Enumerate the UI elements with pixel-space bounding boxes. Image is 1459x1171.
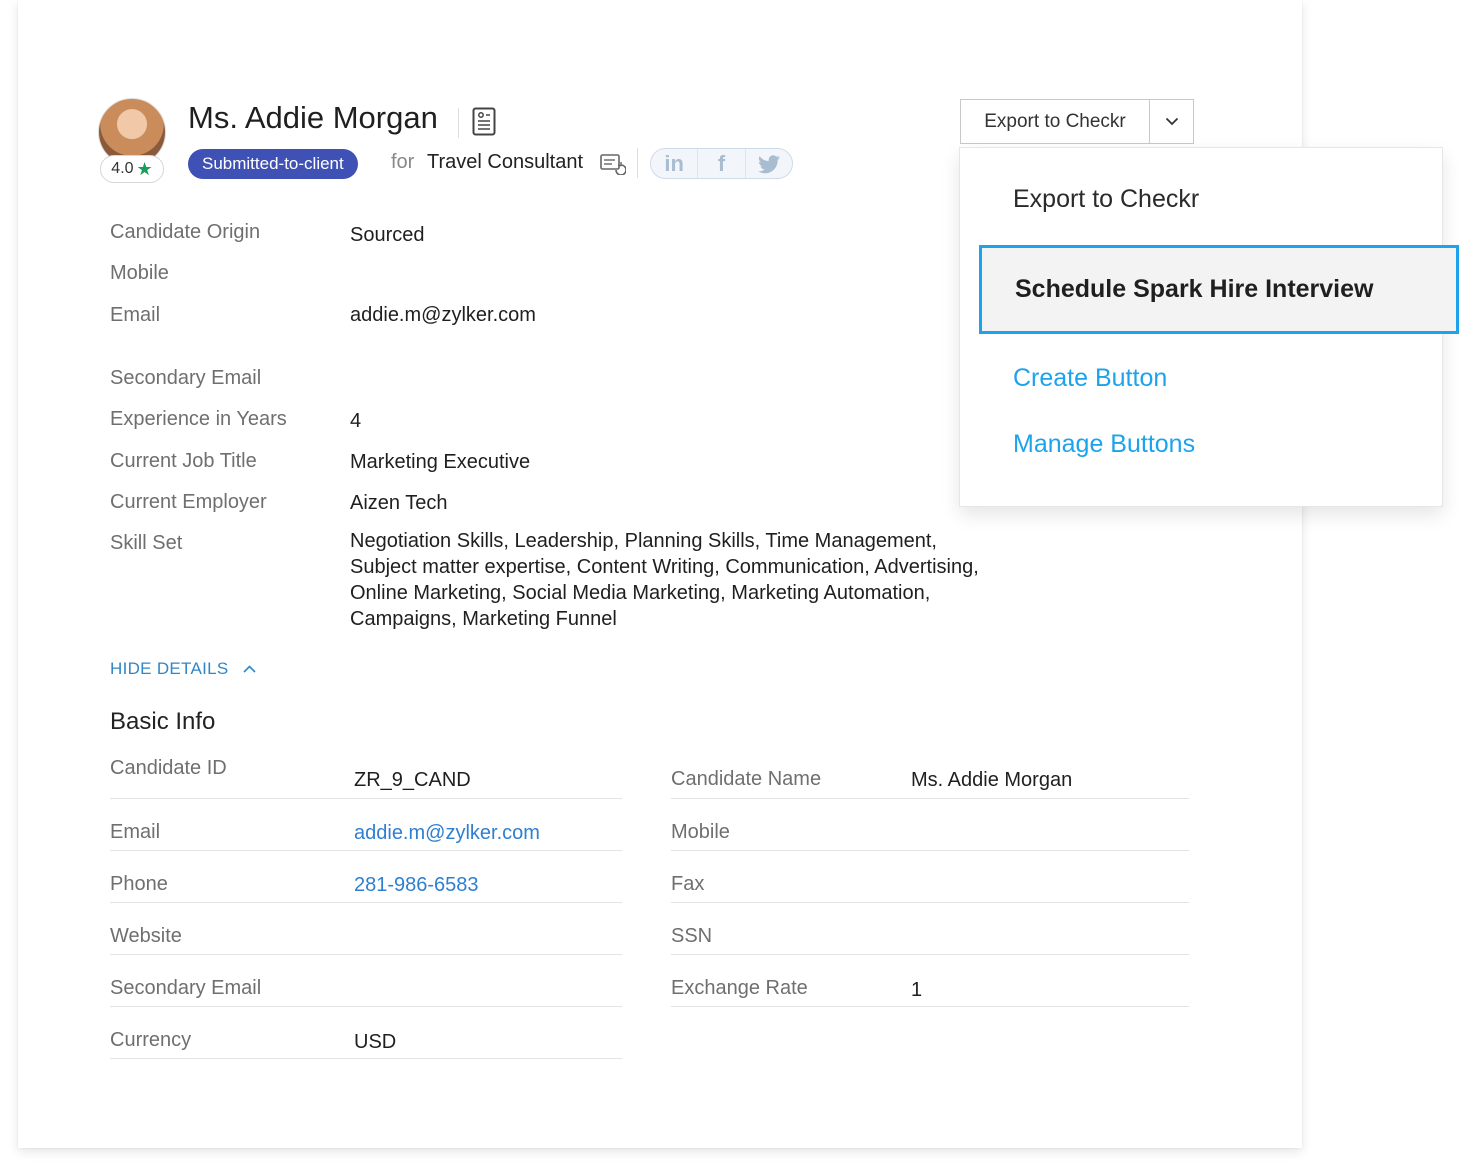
hide-details-label: HIDE DETAILS bbox=[110, 659, 229, 678]
twitter-icon[interactable] bbox=[746, 149, 792, 178]
field-label: Mobile bbox=[671, 821, 730, 843]
info-row: Phone 281-986-6583 bbox=[110, 851, 622, 903]
field-value: ZR_9_CAND bbox=[354, 769, 471, 791]
detail-label: Candidate Origin bbox=[110, 221, 261, 243]
field-value: 1 bbox=[911, 979, 923, 1001]
field-label: Secondary Email bbox=[110, 977, 262, 999]
menu-item-schedule-spark-hire-interview[interactable]: Schedule Spark Hire Interview bbox=[979, 245, 1459, 334]
chevron-up-icon bbox=[242, 665, 256, 673]
info-row: Secondary Email bbox=[110, 955, 622, 1007]
menu-item-export-to-checkr[interactable]: Export to Checkr bbox=[1013, 185, 1199, 214]
export-to-checkr-button[interactable]: Export to Checkr bbox=[960, 99, 1150, 144]
info-row: Exchange Rate 1 bbox=[671, 955, 1189, 1007]
detail-label: Current Employer bbox=[110, 491, 267, 513]
linkedin-icon[interactable]: in bbox=[651, 149, 699, 178]
status-badge[interactable]: Submitted-to-client bbox=[188, 149, 358, 179]
change-job-icon[interactable] bbox=[600, 153, 626, 175]
section-title: Basic Info bbox=[110, 708, 216, 735]
field-label: Email bbox=[110, 821, 161, 843]
social-profiles: in f bbox=[650, 148, 793, 179]
field-label: Candidate ID bbox=[110, 757, 227, 779]
detail-value: Marketing Executive bbox=[350, 451, 531, 473]
rating-value: 4.0 bbox=[111, 160, 134, 177]
detail-label: Experience in Years bbox=[110, 408, 287, 430]
detail-value: Aizen Tech bbox=[350, 492, 448, 514]
info-row: Fax bbox=[671, 851, 1189, 903]
chevron-down-icon bbox=[1165, 117, 1178, 126]
field-label: Website bbox=[110, 925, 182, 947]
field-value: USD bbox=[354, 1031, 397, 1053]
resume-document-icon[interactable] bbox=[472, 107, 496, 136]
info-row: Candidate ID ZR_9_CAND bbox=[110, 747, 622, 799]
facebook-icon[interactable]: f bbox=[698, 149, 746, 178]
phone-link[interactable]: 281-986-6583 bbox=[354, 874, 479, 897]
detail-label: Email bbox=[110, 304, 161, 326]
info-row: Email addie.m@zylker.com bbox=[110, 799, 622, 851]
field-label: Candidate Name bbox=[671, 768, 822, 790]
detail-label: Skill Set bbox=[110, 532, 183, 554]
detail-label: Secondary Email bbox=[110, 367, 262, 389]
rating-badge: 4.0 ★ bbox=[100, 155, 164, 183]
menu-item-manage-buttons[interactable]: Manage Buttons bbox=[1013, 430, 1195, 459]
detail-label: Mobile bbox=[110, 262, 169, 284]
detail-value[interactable]: addie.m@zylker.com bbox=[350, 304, 536, 327]
field-label: Currency bbox=[110, 1029, 192, 1051]
field-value: Ms. Addie Morgan bbox=[911, 769, 1073, 791]
star-icon: ★ bbox=[136, 158, 153, 179]
field-label: Phone bbox=[110, 873, 168, 895]
detail-value: Sourced bbox=[350, 224, 425, 246]
more-actions-dropdown-toggle[interactable] bbox=[1149, 99, 1194, 144]
hide-details-toggle[interactable]: HIDE DETAILS bbox=[110, 659, 256, 679]
info-row: Candidate Name Ms. Addie Morgan bbox=[671, 747, 1189, 799]
field-label: Fax bbox=[671, 873, 705, 895]
info-row: Website bbox=[110, 903, 622, 955]
detail-label: Current Job Title bbox=[110, 450, 257, 472]
candidate-name: Ms. Addie Morgan bbox=[188, 100, 438, 135]
divider bbox=[458, 108, 459, 138]
skill-set-value: Negotiation Skills, Leadership, Planning… bbox=[350, 530, 979, 630]
field-label: SSN bbox=[671, 925, 713, 947]
field-label: Exchange Rate bbox=[671, 977, 808, 999]
info-row: Currency USD bbox=[110, 1007, 622, 1059]
info-row: Mobile bbox=[671, 799, 1189, 851]
info-row: SSN bbox=[671, 903, 1189, 955]
for-label: for bbox=[391, 151, 415, 173]
job-opening-link[interactable]: Travel Consultant bbox=[427, 151, 583, 174]
email-link[interactable]: addie.m@zylker.com bbox=[354, 822, 540, 845]
menu-item-create-button[interactable]: Create Button bbox=[1013, 364, 1167, 393]
divider bbox=[637, 148, 638, 178]
detail-value: 4 bbox=[350, 410, 362, 432]
